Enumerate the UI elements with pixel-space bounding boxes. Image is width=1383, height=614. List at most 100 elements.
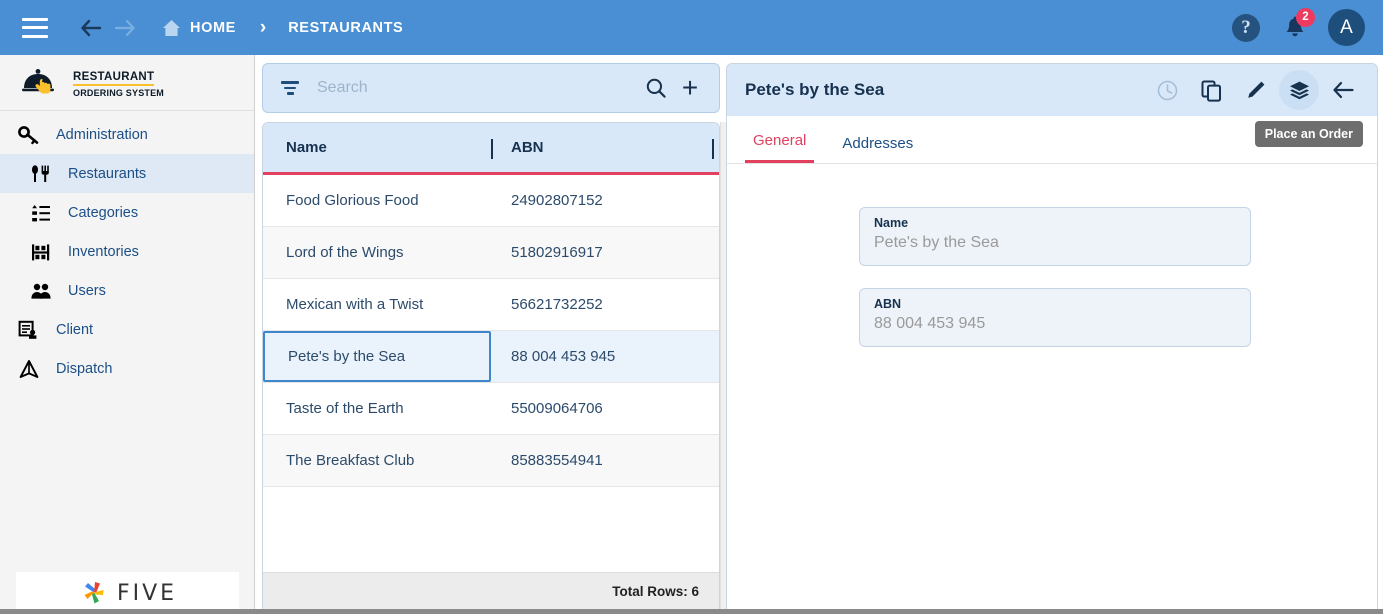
table-row[interactable]: Food Glorious Food 24902807152: [263, 175, 719, 227]
table-row[interactable]: Lord of the Wings 51802916917: [263, 227, 719, 279]
avatar[interactable]: A: [1328, 9, 1365, 46]
filter-icon[interactable]: [279, 81, 301, 95]
total-rows-label: Total Rows: 6: [612, 584, 699, 599]
table-row[interactable]: The Breakfast Club 85883554941: [263, 435, 719, 487]
five-brand-label: FIVE: [116, 580, 178, 606]
sidebar-item-label: Dispatch: [56, 360, 113, 377]
logo-line-1: RESTAURANT: [73, 71, 155, 86]
column-header-name[interactable]: Name: [263, 139, 491, 156]
cell-abn: 51802916917: [511, 244, 603, 261]
breadcrumb-home[interactable]: HOME: [162, 19, 236, 37]
table-row[interactable]: Taste of the Earth 55009064706: [263, 383, 719, 435]
abn-field-label: ABN: [874, 297, 902, 311]
arrow-left-icon: [81, 19, 102, 36]
search-input[interactable]: [317, 79, 639, 97]
sidebar-item-label: Categories: [68, 204, 139, 221]
sidebar-item-restaurants[interactable]: Restaurants: [0, 154, 254, 193]
topbar-actions: ? 2 A: [1232, 7, 1365, 46]
breadcrumb-current-label: RESTAURANTS: [288, 19, 404, 36]
cell-name: Lord of the Wings: [286, 244, 404, 261]
shelf-icon: [30, 242, 62, 262]
top-navigation-bar: HOME › RESTAURANTS ? 2 A: [0, 0, 1383, 55]
cell-name: Mexican with a Twist: [286, 296, 424, 313]
home-icon: [163, 19, 180, 36]
sidebar-item-label: Inventories: [68, 243, 139, 260]
sidebar-item-label: Users: [68, 282, 106, 299]
abn-field[interactable]: ABN 88 004 453 945: [859, 288, 1251, 347]
help-icon[interactable]: ?: [1232, 13, 1260, 42]
column-resize-handle[interactable]: [491, 139, 493, 159]
nav-back-button[interactable]: [74, 11, 108, 45]
sidebar-nav: Administration Restaurants Categories In…: [0, 111, 254, 388]
search-bar: +: [262, 63, 720, 113]
nav-forward-button[interactable]: [108, 11, 142, 45]
table-row[interactable]: Mexican with a Twist 56621732252: [263, 279, 719, 331]
hamburger-menu-icon[interactable]: [22, 17, 48, 38]
cell-abn: 85883554941: [511, 452, 603, 469]
breadcrumb-separator: ›: [259, 16, 267, 38]
sidebar: RESTAURANT ORDERING SYSTEM Administratio…: [0, 55, 255, 609]
sidebar-item-categories[interactable]: Categories: [0, 193, 254, 232]
key-icon: [18, 125, 50, 145]
application-window: HOME › RESTAURANTS ? 2 A RESTAURANT ORDE…: [0, 0, 1383, 614]
cell-abn: 55009064706: [511, 400, 603, 417]
name-field[interactable]: Name Pete's by the Sea: [859, 207, 1251, 266]
sidebar-item-client[interactable]: Client: [0, 310, 254, 349]
history-clock-icon[interactable]: [1147, 70, 1187, 110]
cell-name: Food Glorious Food: [286, 192, 419, 209]
sidebar-item-label: Administration: [56, 126, 148, 143]
app-logo[interactable]: RESTAURANT ORDERING SYSTEM: [0, 55, 254, 111]
logo-text: RESTAURANT ORDERING SYSTEM: [73, 67, 164, 98]
detail-title: Pete's by the Sea: [745, 80, 885, 99]
sidebar-item-inventories[interactable]: Inventories: [0, 232, 254, 271]
detail-back-arrow-icon[interactable]: [1323, 70, 1363, 110]
filter-line: [286, 92, 294, 95]
restaurant-table: Name ABN Food Glorious Food 24902807152 …: [262, 122, 720, 609]
search-button[interactable]: [639, 71, 673, 105]
sidebar-item-dispatch[interactable]: Dispatch: [0, 349, 254, 388]
search-icon: [646, 78, 666, 98]
hamburger-line: [22, 17, 48, 21]
client-form-icon: [18, 320, 50, 340]
users-icon: [30, 281, 62, 301]
detail-form: Name Pete's by the Sea ABN 88 004 453 94…: [727, 164, 1377, 347]
table-footer: Total Rows: 6: [263, 572, 719, 609]
edit-pencil-icon[interactable]: [1235, 70, 1275, 110]
name-field-label: Name: [874, 216, 909, 230]
add-record-button[interactable]: +: [673, 71, 707, 105]
sidebar-item-users[interactable]: Users: [0, 271, 254, 310]
hamburger-line: [22, 34, 48, 38]
cell-abn: 24902807152: [511, 192, 603, 209]
cell-name: Taste of the Earth: [286, 400, 404, 417]
sidebar-item-label: Restaurants: [68, 165, 147, 182]
table-row-selected[interactable]: Pete's by the Sea 88 004 453 945: [263, 331, 719, 383]
notification-badge: 2: [1296, 7, 1315, 27]
table-header-row: Name ABN: [263, 123, 719, 175]
tab-addresses[interactable]: Addresses: [834, 135, 921, 163]
list-icon: [30, 203, 62, 223]
filter-line: [281, 81, 299, 84]
column-header-abn[interactable]: ABN: [491, 139, 544, 156]
dispatch-icon: [18, 359, 50, 379]
cell-name: Pete's by the Sea: [263, 331, 491, 382]
restaurant-list-panel: + Name ABN Food Glorious Food 2490280715…: [262, 63, 728, 609]
sidebar-item-label: Client: [56, 321, 94, 338]
five-footer-brand: FIVE: [16, 572, 239, 609]
restaurant-detail-panel: Pete's by the Sea General Addresses Plac…: [726, 63, 1378, 609]
column-resize-handle[interactable]: [712, 139, 714, 159]
restaurant-cloche-logo-icon: [22, 68, 54, 93]
table-empty-space: [263, 487, 719, 555]
layers-icon[interactable]: [1279, 70, 1319, 110]
hamburger-line: [22, 26, 48, 29]
cell-name: The Breakfast Club: [286, 452, 415, 469]
cutlery-icon: [30, 164, 62, 184]
sidebar-item-administration[interactable]: Administration: [0, 115, 254, 154]
notifications-button[interactable]: 2: [1280, 7, 1315, 44]
detail-toolbar: [1147, 70, 1363, 110]
detail-tabs: General Addresses Place an Order: [727, 116, 1377, 164]
detail-header: Pete's by the Sea: [727, 64, 1377, 116]
filter-line: [284, 86, 296, 90]
tab-general[interactable]: General: [745, 132, 815, 163]
copy-icon[interactable]: [1191, 70, 1231, 110]
place-an-order-tooltip: Place an Order: [1254, 121, 1363, 147]
